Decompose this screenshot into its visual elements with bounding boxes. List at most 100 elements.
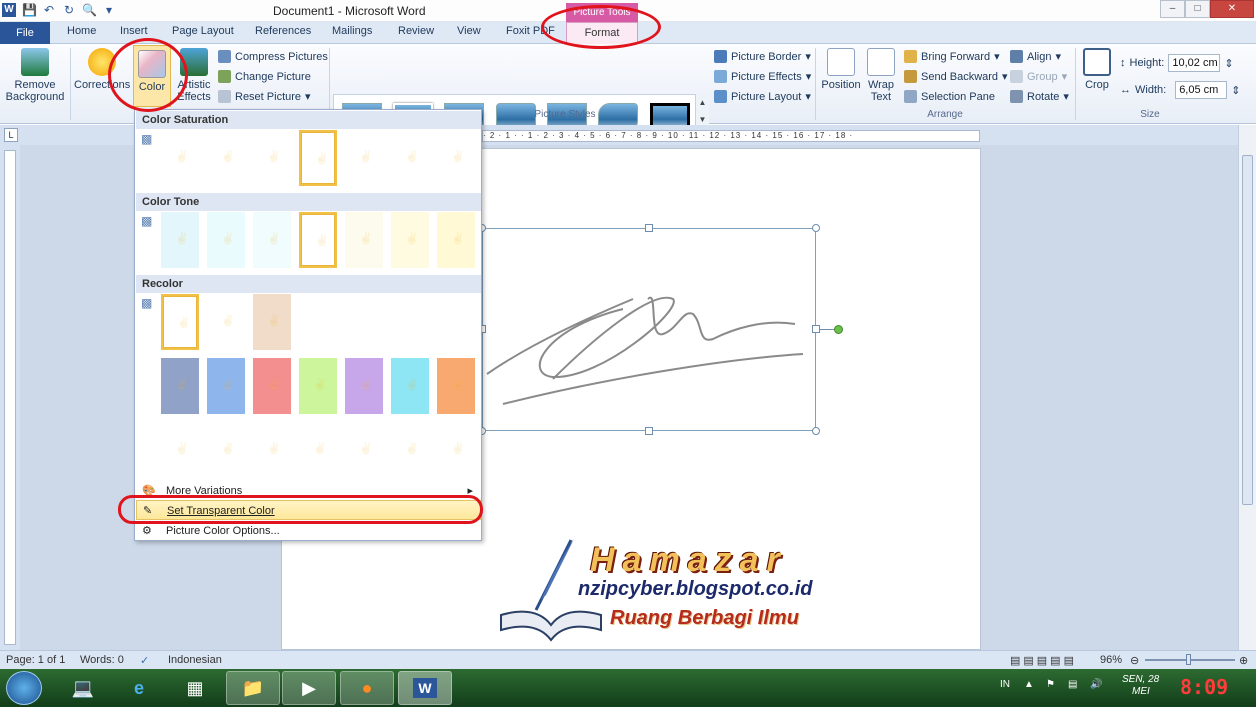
tone-swatch[interactable]: ✌ (437, 212, 475, 268)
resize-handle-top-right[interactable] (812, 224, 820, 232)
date-top[interactable]: SEN, 28 (1122, 674, 1159, 685)
recolor-swatch[interactable]: ✌ (161, 358, 199, 414)
saturation-swatch[interactable]: ✌ (253, 130, 291, 186)
clock[interactable]: 8:09 (1180, 675, 1228, 699)
saturation-swatch[interactable]: ✌ (299, 130, 337, 186)
crop-button[interactable]: Crop (1080, 48, 1114, 91)
picture-border-button[interactable]: Picture Border ▾ (714, 50, 811, 63)
rotate-handle[interactable] (834, 325, 843, 334)
recolor-swatch[interactable]: ✌ (253, 422, 291, 478)
position-button[interactable]: Position (820, 48, 862, 91)
height-input[interactable]: 10,02 cm (1168, 54, 1221, 72)
redo-icon[interactable]: ↻ (62, 3, 76, 17)
tab-insert[interactable]: Insert (120, 25, 148, 37)
recolor-swatch[interactable]: ✌ (207, 422, 245, 478)
language-indicator-tray[interactable]: IN (1000, 679, 1010, 690)
vertical-scrollbar[interactable] (1238, 125, 1256, 650)
tab-view[interactable]: View (457, 25, 481, 37)
group-button[interactable]: Group ▾ (1010, 70, 1067, 83)
tab-mailings[interactable]: Mailings (332, 25, 372, 37)
page-count[interactable]: Page: 1 of 1 (6, 654, 65, 666)
tone-swatch[interactable]: ✌ (299, 212, 337, 268)
resize-handle-top[interactable] (645, 224, 653, 232)
recolor-swatch[interactable]: ✌ (391, 358, 429, 414)
undo-icon[interactable]: ↶ (42, 3, 56, 17)
picture-layout-button[interactable]: Picture Layout ▾ (714, 90, 811, 103)
word-count[interactable]: Words: 0 (80, 654, 124, 666)
spinner-icon[interactable]: ⇕ (1224, 57, 1233, 70)
computer-icon[interactable]: 💻 (56, 671, 110, 705)
recolor-swatch[interactable]: ✌ (345, 358, 383, 414)
recolor-swatch[interactable]: ✌ (299, 422, 337, 478)
width-input[interactable]: 6,05 cm (1175, 81, 1228, 99)
spinner-icon[interactable]: ⇕ (1231, 84, 1240, 97)
file-explorer-icon[interactable]: 📁 (226, 671, 280, 705)
recolor-swatch[interactable]: ✌ (345, 422, 383, 478)
align-button[interactable]: Align ▾ (1010, 50, 1061, 63)
network-icon[interactable]: ▤ (1068, 679, 1077, 690)
saturation-swatch[interactable]: ✌ (207, 130, 245, 186)
firefox-icon[interactable]: ● (340, 671, 394, 705)
vertical-ruler[interactable] (4, 150, 16, 645)
view-buttons[interactable]: ▤▤▤▤▤ (1010, 654, 1077, 667)
tone-swatch[interactable]: ✌ (161, 212, 199, 268)
zoom-in-icon[interactable]: ⊕ (1239, 654, 1248, 667)
resize-handle-right[interactable] (812, 325, 820, 333)
app-grid-icon[interactable]: ▦ (168, 671, 222, 705)
recolor-swatch[interactable]: ✌ (207, 358, 245, 414)
resize-handle-bottom-right[interactable] (812, 427, 820, 435)
change-picture-button[interactable]: Change Picture (218, 70, 311, 83)
tone-swatch[interactable]: ✌ (345, 212, 383, 268)
resize-handle-bottom[interactable] (645, 427, 653, 435)
send-backward-button[interactable]: Send Backward ▾ (904, 70, 1008, 83)
tab-selector-icon[interactable]: L (4, 128, 18, 142)
tone-swatch[interactable]: ✌ (207, 212, 245, 268)
save-icon[interactable]: 💾 (22, 3, 37, 17)
minimize-button[interactable]: – (1160, 0, 1185, 18)
recolor-swatch[interactable]: ✌ (391, 422, 429, 478)
proofing-icon[interactable]: ✓ (140, 654, 149, 667)
recolor-swatch[interactable]: ✌ (437, 422, 475, 478)
zoom-out-icon[interactable]: ⊖ (1130, 654, 1139, 667)
language-indicator[interactable]: Indonesian (168, 654, 222, 666)
saturation-swatch[interactable]: ✌ (391, 130, 429, 186)
tab-page-layout[interactable]: Page Layout (172, 25, 234, 37)
tray-arrow-icon[interactable]: ▲ (1024, 679, 1034, 690)
recolor-swatch[interactable]: ✌ (437, 358, 475, 414)
saturation-swatch[interactable]: ✌ (345, 130, 383, 186)
tab-home[interactable]: Home (67, 25, 96, 37)
maximize-button[interactable]: □ (1185, 0, 1210, 18)
remove-background-button[interactable]: Remove Background (4, 48, 66, 103)
picture-effects-button[interactable]: Picture Effects ▾ (714, 70, 811, 83)
saturation-swatch[interactable]: ✌ (161, 130, 199, 186)
start-button[interactable] (6, 671, 42, 705)
tone-swatch[interactable]: ✌ (253, 212, 291, 268)
zoom-slider-thumb[interactable] (1186, 654, 1191, 665)
recolor-swatch[interactable]: ✌ (253, 294, 291, 350)
scrollbar-thumb[interactable] (1242, 155, 1253, 505)
print-preview-icon[interactable]: 🔍 (82, 3, 97, 17)
compress-pictures-button[interactable]: Compress Pictures (218, 50, 328, 63)
word-app-icon[interactable]: W (2, 3, 16, 17)
bring-forward-button[interactable]: Bring Forward ▾ (904, 50, 1000, 63)
close-button[interactable]: ✕ (1210, 0, 1254, 18)
tone-swatch[interactable]: ✌ (391, 212, 429, 268)
volume-icon[interactable]: 🔊 (1090, 679, 1102, 690)
rotate-button[interactable]: Rotate ▾ (1010, 90, 1069, 103)
wrap-text-button[interactable]: Wrap Text (864, 48, 898, 103)
recolor-swatch[interactable]: ✌ (161, 422, 199, 478)
recolor-swatch[interactable]: ✌ (207, 294, 245, 350)
tab-file[interactable]: File (0, 22, 50, 44)
internet-explorer-icon[interactable]: e (112, 671, 166, 705)
date-bottom[interactable]: MEI (1132, 686, 1150, 697)
media-player-icon[interactable]: ▶ (282, 671, 336, 705)
reset-picture-button[interactable]: Reset Picture ▾ (218, 90, 311, 103)
tab-references[interactable]: References (255, 25, 311, 37)
selection-pane-button[interactable]: Selection Pane (904, 90, 995, 103)
recolor-swatch[interactable]: ✌ (161, 294, 199, 350)
flag-icon[interactable]: ⚑ (1046, 679, 1055, 690)
tab-review[interactable]: Review (398, 25, 434, 37)
word-taskbar-icon[interactable]: W (398, 671, 452, 705)
picture-color-options-item[interactable]: ⚙ Picture Color Options... (136, 521, 481, 541)
horizontal-ruler[interactable]: · 2 · 1 · · 1 · 2 · 3 · 4 · 5 · 6 · 7 · … (482, 130, 980, 142)
